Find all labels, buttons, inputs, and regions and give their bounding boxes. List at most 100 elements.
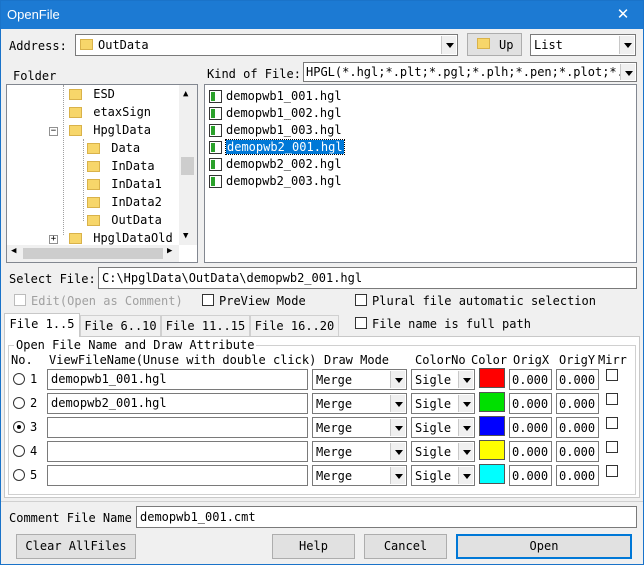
tree-item-outdata[interactable]: OutData: [87, 211, 162, 229]
list-item[interactable]: demopwb2_002.hgl: [208, 156, 342, 173]
row-radio[interactable]: [13, 421, 25, 433]
tab-file-1-5[interactable]: File 1..5: [4, 313, 80, 337]
orig-y-input[interactable]: 0.000: [556, 441, 599, 462]
orig-x-input[interactable]: 0.000: [509, 441, 552, 462]
scroll-left-icon[interactable]: ◀: [11, 246, 16, 256]
chevron-down-icon[interactable]: [458, 467, 473, 484]
list-item[interactable]: demopwb1_003.hgl: [208, 122, 342, 139]
orig-x-input[interactable]: 0.000: [509, 369, 552, 390]
scroll-up-icon[interactable]: ▲: [183, 89, 188, 99]
orig-y-input[interactable]: 0.000: [556, 465, 599, 486]
mirror-checkbox[interactable]: [606, 465, 618, 477]
orig-x-value: 0.000: [512, 397, 549, 411]
chevron-down-icon[interactable]: [390, 419, 405, 436]
chevron-down-icon[interactable]: [458, 443, 473, 460]
row-radio[interactable]: [13, 445, 25, 457]
tree-hscrollbar[interactable]: ◀ ▶: [7, 245, 179, 262]
folder-tree[interactable]: ESD etaxSign − HpglData Data InData InDa…: [6, 84, 198, 263]
mirror-checkbox[interactable]: [606, 369, 618, 381]
orig-x-input[interactable]: 0.000: [509, 465, 552, 486]
tree-item-esd[interactable]: ESD: [69, 85, 115, 103]
list-item[interactable]: demopwb1_001.hgl: [208, 88, 342, 105]
orig-y-input[interactable]: 0.000: [556, 417, 599, 438]
color-swatch[interactable]: [479, 464, 505, 484]
view-mode-select[interactable]: List: [530, 34, 636, 56]
view-file-name-input[interactable]: [47, 417, 308, 438]
view-file-name-input[interactable]: [47, 441, 308, 462]
list-item[interactable]: demopwb1_002.hgl: [208, 105, 342, 122]
tree-vscrollbar[interactable]: ▲ ▼: [179, 85, 197, 245]
color-no-select[interactable]: Sigle: [411, 369, 475, 390]
color-swatch[interactable]: [479, 368, 505, 388]
scroll-down-icon[interactable]: ▼: [183, 231, 188, 241]
edit-checkbox[interactable]: [14, 294, 26, 306]
color-no-select[interactable]: Sigle: [411, 441, 475, 462]
preview-checkbox[interactable]: [202, 294, 214, 306]
orig-y-input[interactable]: 0.000: [556, 369, 599, 390]
tab-file-11-15[interactable]: File 11..15: [161, 315, 250, 337]
collapse-icon[interactable]: −: [49, 127, 58, 136]
title-bar[interactable]: OpenFile ✕: [1, 1, 643, 29]
close-icon[interactable]: ✕: [613, 4, 633, 24]
row-radio[interactable]: [13, 469, 25, 481]
fullpath-checkbox[interactable]: [355, 317, 367, 329]
draw-mode-select[interactable]: Merge: [312, 369, 407, 390]
view-file-name-input[interactable]: demopwb2_001.hgl: [47, 393, 308, 414]
tree-item-indata1[interactable]: InData1: [87, 175, 162, 193]
tab-file-16-20[interactable]: File 16..20: [250, 315, 339, 337]
view-file-name-input[interactable]: [47, 465, 308, 486]
orig-x-input[interactable]: 0.000: [509, 393, 552, 414]
draw-mode-select[interactable]: Merge: [312, 465, 407, 486]
tree-item-data[interactable]: Data: [87, 139, 140, 157]
open-button[interactable]: Open: [456, 534, 632, 559]
chevron-down-icon[interactable]: [458, 395, 473, 412]
chevron-down-icon[interactable]: [390, 443, 405, 460]
select-file-input[interactable]: C:\HpglData\OutData\demopwb2_001.hgl: [98, 267, 637, 289]
tree-item-hpgldata[interactable]: HpglData: [69, 121, 151, 139]
mirror-checkbox[interactable]: [606, 441, 618, 453]
color-swatch[interactable]: [479, 416, 505, 436]
chevron-down-icon[interactable]: [390, 467, 405, 484]
chevron-down-icon[interactable]: [458, 419, 473, 436]
scroll-thumb[interactable]: [181, 157, 194, 175]
color-swatch[interactable]: [479, 392, 505, 412]
color-no-select[interactable]: Sigle: [411, 393, 475, 414]
chevron-down-icon[interactable]: [390, 395, 405, 412]
address-combo[interactable]: OutData: [75, 34, 458, 56]
draw-mode-select[interactable]: Merge: [312, 441, 407, 462]
draw-mode-select[interactable]: Merge: [312, 393, 407, 414]
color-swatch[interactable]: [479, 440, 505, 460]
scroll-right-icon[interactable]: ▶: [167, 246, 172, 256]
chevron-down-icon[interactable]: [458, 371, 473, 388]
draw-mode-select[interactable]: Merge: [312, 417, 407, 438]
tree-item-indata2[interactable]: InData2: [87, 193, 162, 211]
color-no-select[interactable]: Sigle: [411, 465, 475, 486]
expand-icon[interactable]: +: [49, 235, 58, 244]
orig-x-input[interactable]: 0.000: [509, 417, 552, 438]
tree-item-etaxsign[interactable]: etaxSign: [69, 103, 151, 121]
list-item-selected[interactable]: demopwb2_001.hgl: [208, 139, 345, 156]
tree-item-indata[interactable]: InData: [87, 157, 155, 175]
mirror-checkbox[interactable]: [606, 417, 618, 429]
help-button[interactable]: Help: [272, 534, 355, 559]
kind-of-file-select[interactable]: HPGL(*.hgl;*.plt;*.pgl;*.plh;*.pen;*.plo…: [303, 62, 637, 82]
row-radio[interactable]: [13, 373, 25, 385]
cancel-button[interactable]: Cancel: [364, 534, 447, 559]
plural-checkbox[interactable]: [355, 294, 367, 306]
scroll-thumb[interactable]: [23, 248, 163, 259]
comment-input[interactable]: demopwb1_001.cmt: [136, 506, 637, 528]
row-radio[interactable]: [13, 397, 25, 409]
chevron-down-icon[interactable]: [390, 371, 405, 388]
orig-y-input[interactable]: 0.000: [556, 393, 599, 414]
view-file-name-input[interactable]: demopwb1_001.hgl: [47, 369, 308, 390]
chevron-down-icon[interactable]: [441, 36, 456, 54]
list-item[interactable]: demopwb2_003.hgl: [208, 173, 342, 190]
clear-all-files-button[interactable]: Clear AllFiles: [16, 534, 136, 559]
color-no-select[interactable]: Sigle: [411, 417, 475, 438]
chevron-down-icon[interactable]: [620, 64, 635, 80]
chevron-down-icon[interactable]: [619, 36, 634, 54]
tab-file-6-10[interactable]: File 6..10: [80, 315, 161, 337]
up-button[interactable]: Up: [467, 33, 522, 56]
file-list[interactable]: demopwb1_001.hgl demopwb1_002.hgl demopw…: [204, 84, 637, 263]
mirror-checkbox[interactable]: [606, 393, 618, 405]
